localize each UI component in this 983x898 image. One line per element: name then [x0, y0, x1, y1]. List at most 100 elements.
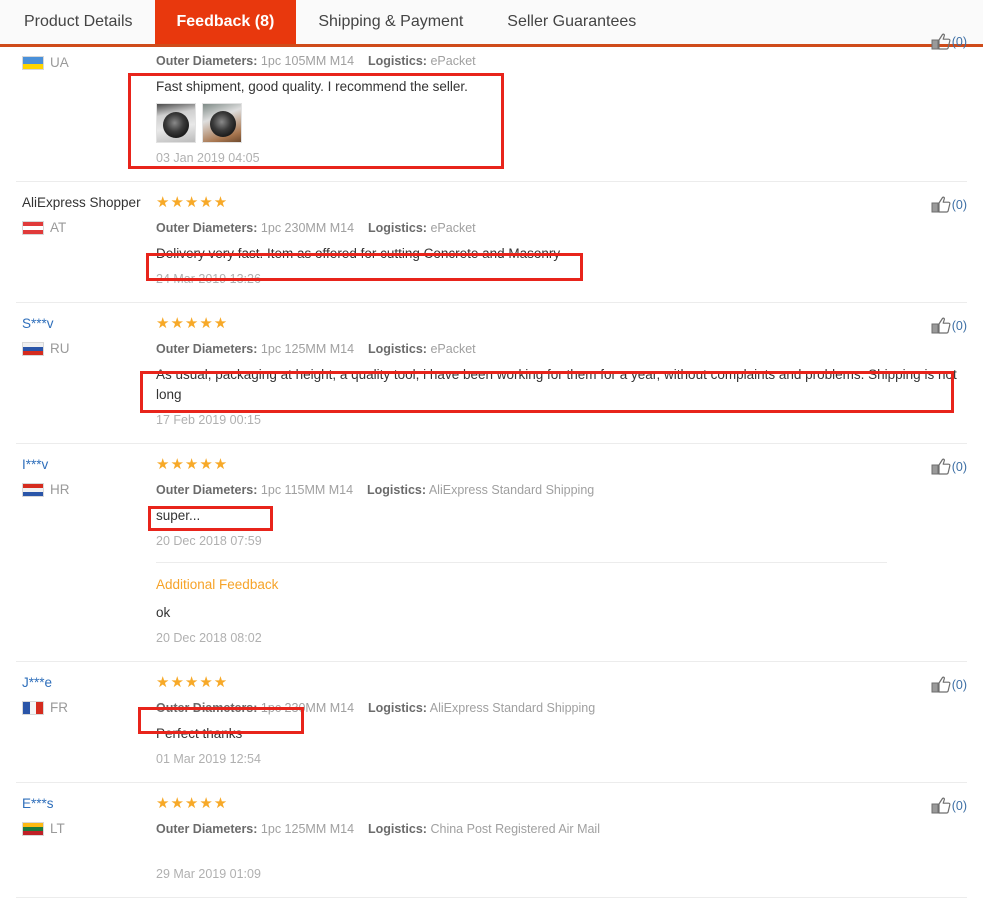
logistics-label: Logistics: — [367, 701, 427, 715]
tab-label: Seller Guarantees — [507, 13, 637, 30]
tab-feedback[interactable]: Feedback (8) — [154, 0, 297, 44]
reviewer-username[interactable]: E***s — [22, 795, 156, 813]
outer-diameters-value: 1pc 115MM M14 — [260, 483, 354, 497]
reviewer-username[interactable]: I***v — [22, 456, 156, 474]
additional-feedback-section: Additional Feedback ok 20 Dec 2018 08:02 — [156, 562, 887, 647]
logistics-label: Logistics: — [367, 822, 427, 836]
grinding-disc-image — [210, 111, 236, 137]
feedback-date: 29 Mar 2019 01:09 — [156, 867, 261, 881]
thumbs-up-icon — [931, 196, 951, 213]
logistics-value: AliExpress Standard Shipping — [429, 701, 596, 715]
star-rating: ★★★★★ — [156, 194, 229, 211]
logistics-label: Logistics: — [367, 221, 427, 235]
outer-diameters-value: 1pc 125MM M14 — [260, 822, 355, 836]
reviewer-username[interactable]: S***v — [22, 315, 156, 333]
feedback-comment: super... — [156, 508, 201, 523]
logistics-value: China Post Registered Air Mail — [430, 822, 600, 836]
feedback-attributes: Outer Diameters: 1pc 115MM M14 Logistics… — [156, 480, 887, 500]
helpful-count: (0) — [951, 460, 967, 474]
flag-france-icon — [22, 700, 44, 715]
feedback-photos — [156, 103, 887, 143]
feedback-attributes: Outer Diameters: 1pc 125MM M14 Logistics… — [156, 339, 887, 359]
flag-croatia-icon — [22, 482, 44, 497]
reviewer-country: RU — [22, 341, 156, 356]
review-photo-thumbnail[interactable] — [156, 103, 196, 143]
thumbs-up-icon — [931, 676, 951, 693]
outer-diameters-label: Outer Diameters: — [156, 483, 258, 497]
outer-diameters-value: 1pc 105MM M14 — [260, 54, 355, 68]
country-code: HR — [50, 482, 70, 497]
star-rating: ★★★★★ — [156, 795, 229, 812]
feedback-date: 24 Mar 2019 13:26 — [156, 272, 261, 286]
feedback-attributes: Outer Diameters: 1pc 230MM M14 Logistics… — [156, 698, 887, 718]
flag-austria-icon — [22, 220, 44, 235]
reviewer-country: HR — [22, 482, 156, 497]
reviewer-country: LT — [22, 821, 156, 836]
feedback-content: ★★★★★ Outer Diameters: 1pc 125MM M14 Log… — [156, 795, 967, 883]
additional-feedback-date: 20 Dec 2018 08:02 — [156, 631, 262, 645]
country-code: AT — [50, 220, 67, 235]
additional-feedback-comment: ok — [156, 605, 171, 620]
reviewer-country: FR — [22, 700, 156, 715]
helpful-count: (0) — [951, 198, 967, 212]
feedback-row: E***s LT ★★★★★ Outer Diameters: 1pc 125M… — [16, 783, 967, 898]
additional-feedback-title: Additional Feedback — [156, 577, 279, 592]
product-tab-bar: Product Details Feedback (8) Shipping & … — [0, 0, 983, 47]
tab-shipping-payment[interactable]: Shipping & Payment — [296, 0, 486, 44]
tab-label: Product Details — [24, 13, 133, 30]
feedback-content: ★★★★★ Outer Diameters: 1pc 230MM M14 Log… — [156, 674, 967, 768]
thumbs-up-icon — [931, 317, 951, 334]
feedback-date: 17 Feb 2019 00:15 — [156, 413, 261, 427]
reviewer-username: AliExpress Shopper — [22, 195, 141, 210]
tab-product-details[interactable]: Product Details — [2, 0, 155, 44]
feedback-attributes: Outer Diameters: 1pc 230MM M14 Logistics… — [156, 218, 887, 238]
star-rating: ★★★★★ — [156, 315, 229, 332]
logistics-value: ePacket — [430, 342, 476, 356]
outer-diameters-label: Outer Diameters: — [156, 342, 258, 356]
helpful-button[interactable]: (0) — [931, 676, 967, 694]
reviewer-info: AliExpress Shopper AT — [16, 194, 156, 288]
logistics-value: AliExpress Standard Shipping — [428, 483, 595, 497]
feedback-comment: Fast shipment, good quality. I recommend… — [156, 79, 468, 94]
country-code: LT — [50, 821, 65, 836]
outer-diameters-value: 1pc 230MM M14 — [260, 701, 355, 715]
star-rating: ★★★★★ — [156, 674, 229, 691]
review-photo-thumbnail[interactable] — [202, 103, 242, 143]
tab-seller-guarantees[interactable]: Seller Guarantees — [485, 0, 659, 44]
flag-lithuania-icon — [22, 821, 44, 836]
feedback-attributes: Outer Diameters: 1pc 105MM M14 Logistics… — [156, 51, 887, 71]
outer-diameters-label: Outer Diameters: — [156, 221, 258, 235]
feedback-date: 20 Dec 2018 07:59 — [156, 534, 262, 548]
helpful-button[interactable]: (0) — [931, 196, 967, 214]
country-code: UA — [50, 55, 69, 70]
tab-label: Feedback (8) — [176, 13, 275, 30]
logistics-label: Logistics: — [367, 54, 427, 68]
feedback-comment: Perfect thanks — [156, 726, 243, 741]
feedback-content: ★★★★★ Outer Diameters: 1pc 115MM M14 Log… — [156, 456, 967, 647]
outer-diameters-label: Outer Diameters: — [156, 701, 258, 715]
star-rating: ★★★★★ — [156, 456, 229, 473]
helpful-count: (0) — [951, 799, 967, 813]
feedback-row: AliExpress Shopper AT ★★★★★ Outer Diamet… — [16, 182, 967, 303]
country-code: FR — [50, 700, 68, 715]
helpful-count: (0) — [951, 35, 967, 49]
outer-diameters-label: Outer Diameters: — [156, 54, 258, 68]
feedback-list: UA Outer Diameters: 1pc 105MM M14 Logist… — [0, 33, 983, 898]
outer-diameters-label: Outer Diameters: — [156, 822, 258, 836]
helpful-button[interactable]: (0) — [931, 33, 967, 51]
feedback-date: 01 Mar 2019 12:54 — [156, 752, 261, 766]
helpful-button[interactable]: (0) — [931, 458, 967, 476]
helpful-button[interactable]: (0) — [931, 797, 967, 815]
country-code: RU — [50, 341, 70, 356]
reviewer-username[interactable]: J***e — [22, 674, 156, 692]
feedback-row: UA Outer Diameters: 1pc 105MM M14 Logist… — [16, 33, 967, 182]
feedback-row: J***e FR ★★★★★ Outer Diameters: 1pc 230M… — [16, 662, 967, 783]
helpful-button[interactable]: (0) — [931, 317, 967, 335]
tab-label: Shipping & Payment — [318, 13, 464, 30]
reviewer-info: S***v RU — [16, 315, 156, 429]
feedback-date: 03 Jan 2019 04:05 — [156, 151, 260, 165]
feedback-comment: As usual, packaging at height, a quality… — [156, 367, 957, 402]
feedback-attributes: Outer Diameters: 1pc 125MM M14 Logistics… — [156, 819, 887, 839]
reviewer-info: E***s LT — [16, 795, 156, 883]
reviewer-info: I***v HR — [16, 456, 156, 647]
